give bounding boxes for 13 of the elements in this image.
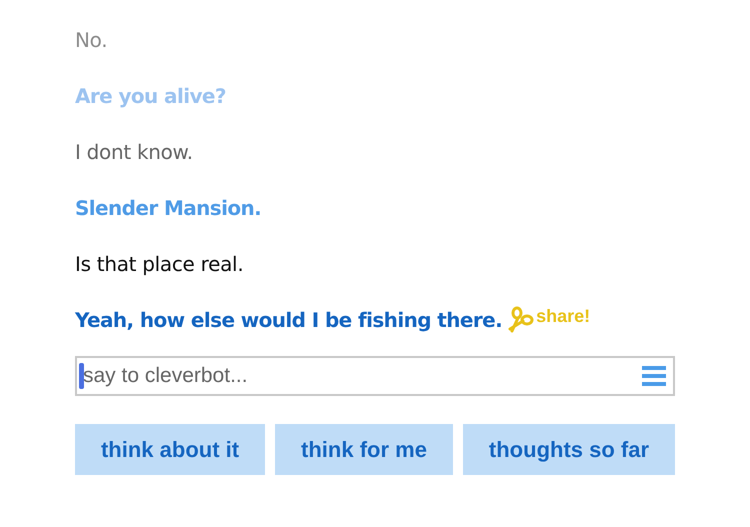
chat-message: No.	[75, 28, 108, 52]
action-button[interactable]: thoughts so far	[462, 424, 676, 475]
scissors-icon[interactable]	[506, 305, 536, 335]
input-field[interactable]: say to cleverbot...	[75, 356, 675, 396]
chat-message: Slender Mansion.	[75, 196, 262, 220]
action-button[interactable]: think for me	[275, 424, 453, 475]
menu-icon[interactable]	[642, 364, 666, 388]
chat-message: Is that place real.	[75, 252, 244, 276]
chat-message: Are you alive?	[75, 84, 226, 108]
chat-message: I dont know.	[75, 140, 193, 164]
action-button[interactable]: think about it	[75, 424, 266, 475]
text-cursor	[79, 363, 84, 389]
chat-message: Yeah, how else would I be fishing there.	[75, 308, 502, 332]
